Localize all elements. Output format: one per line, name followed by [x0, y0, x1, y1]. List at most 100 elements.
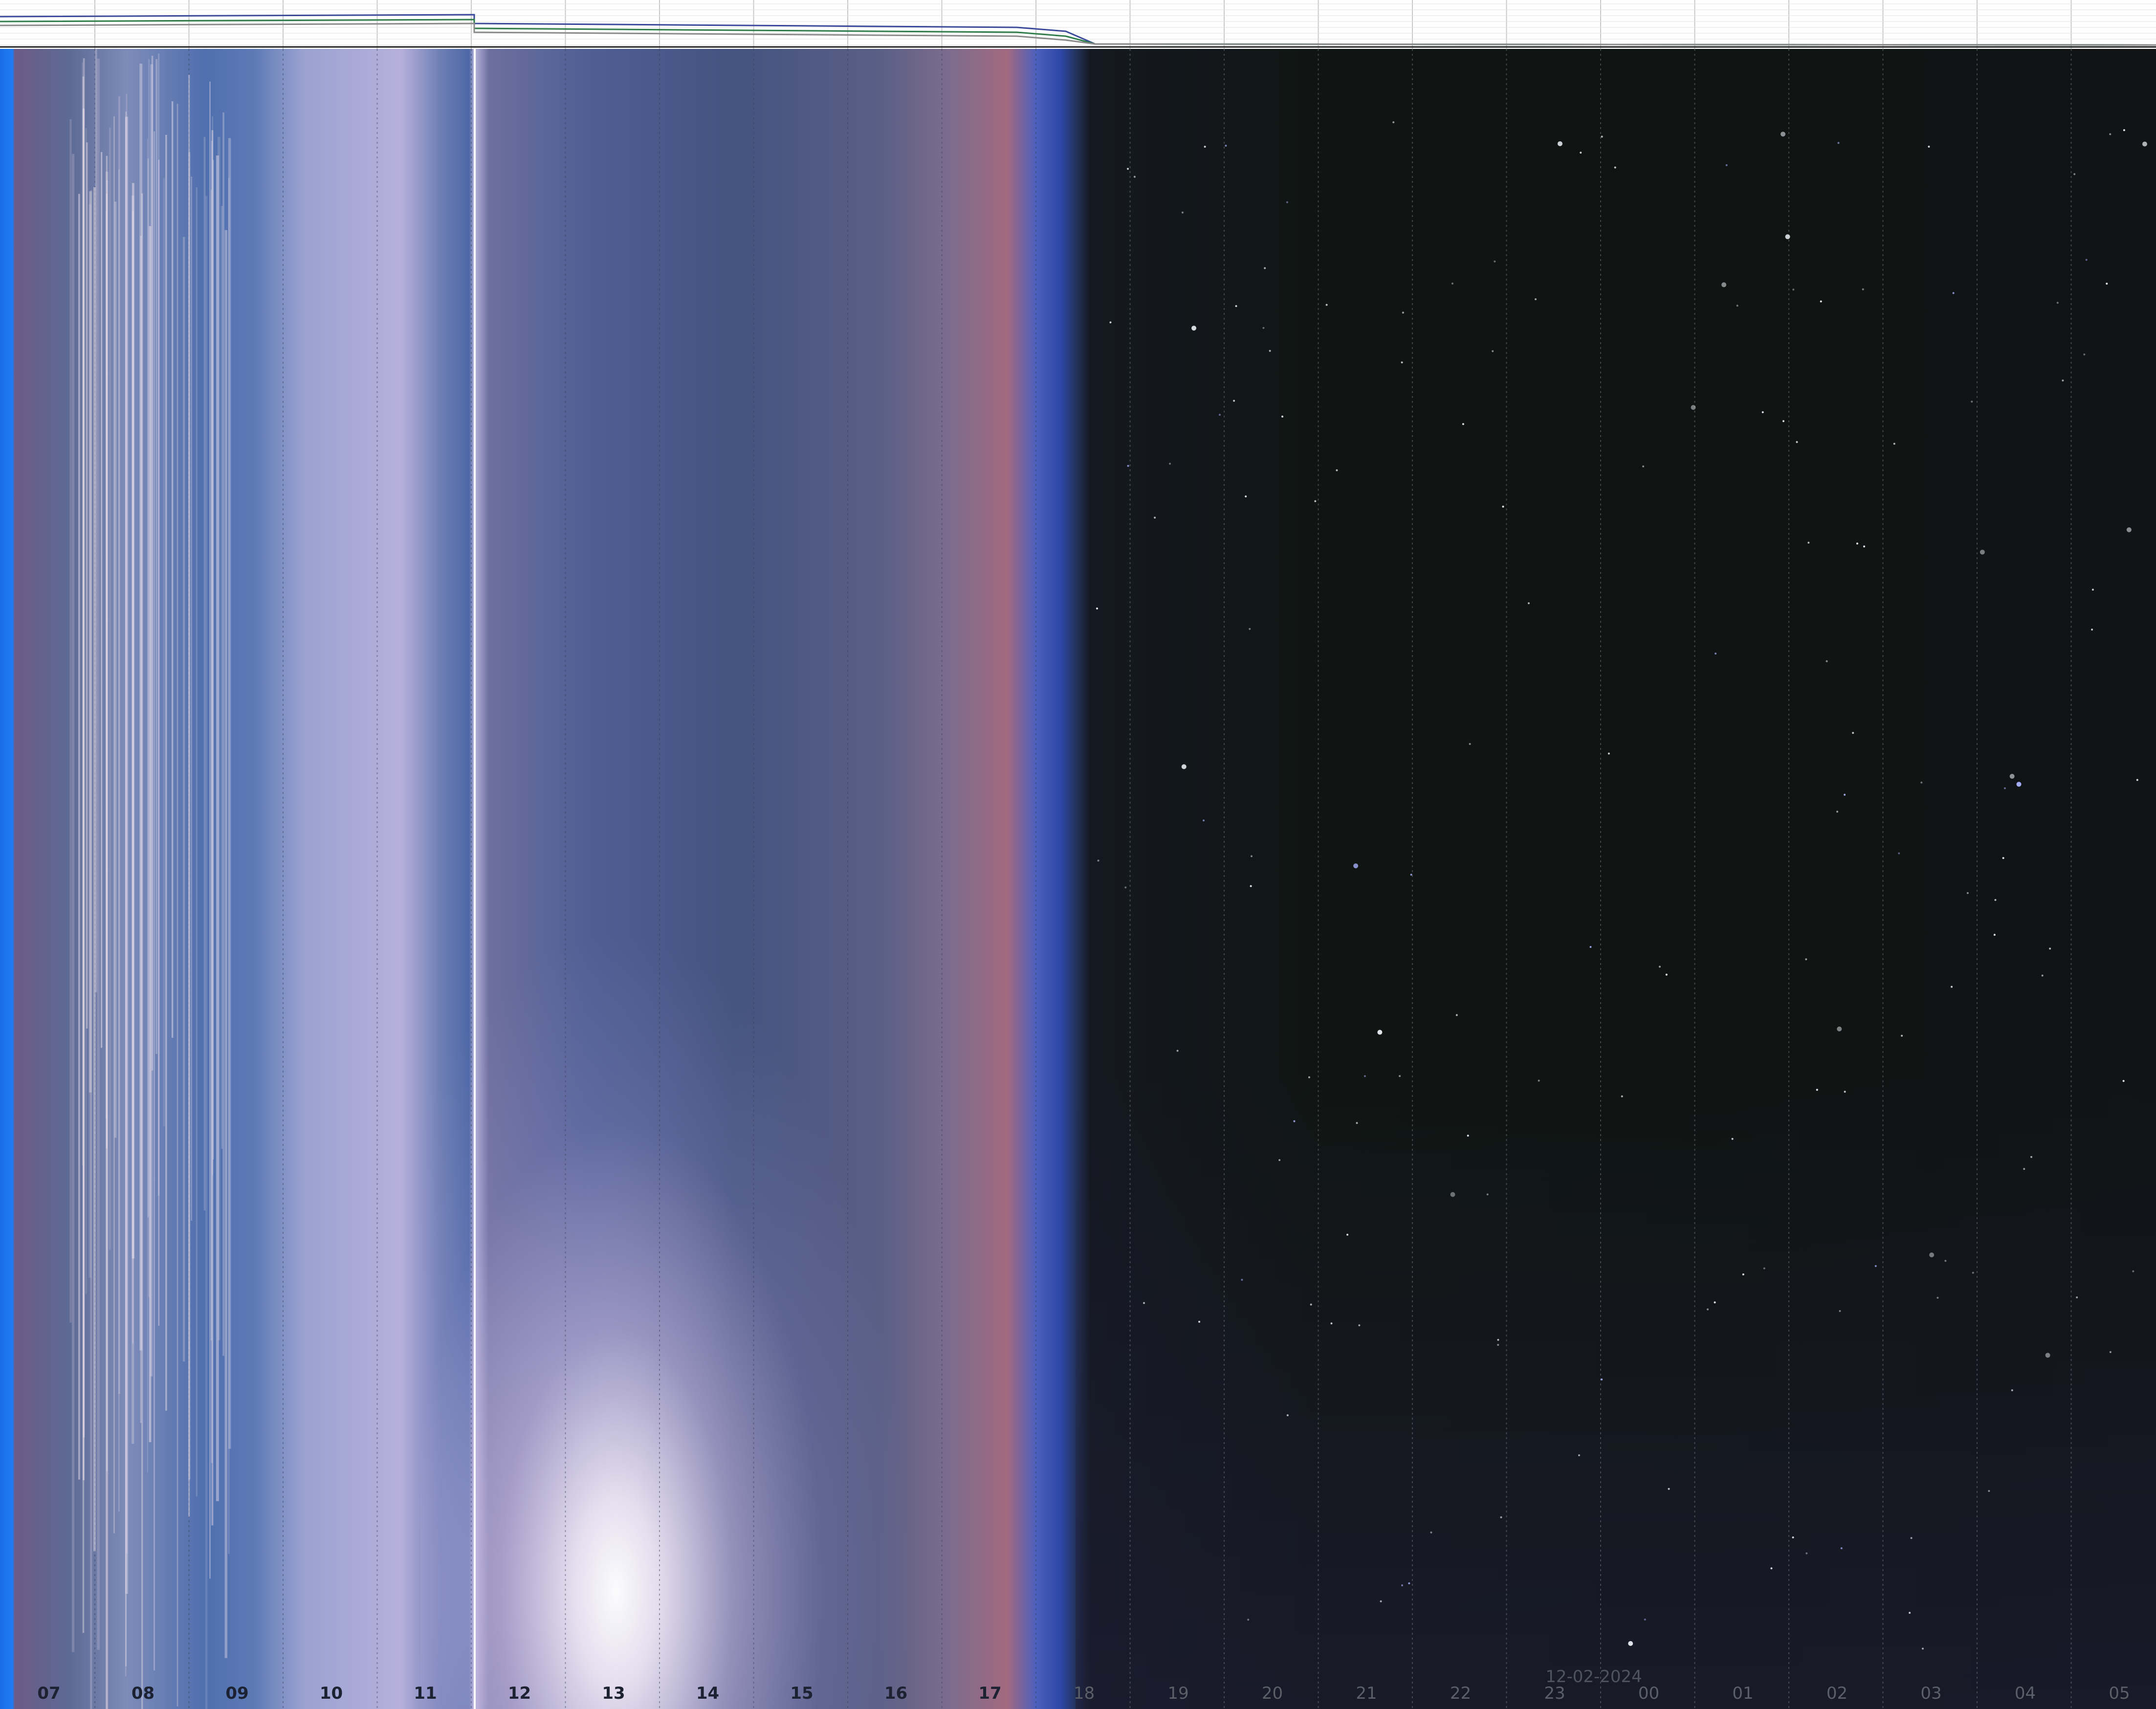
star	[1668, 1488, 1670, 1490]
star	[1714, 1301, 1716, 1304]
star	[1628, 1641, 1633, 1646]
star	[1980, 549, 1985, 555]
star	[1792, 288, 1795, 291]
cloud-streak	[212, 116, 214, 1175]
star	[1909, 1612, 1911, 1614]
star	[1502, 505, 1504, 508]
star	[2091, 589, 2094, 591]
cloud-streak	[171, 101, 174, 1038]
star	[1492, 350, 1494, 352]
cloud-streak	[203, 137, 206, 1211]
star	[1921, 1647, 1924, 1650]
star	[2041, 974, 2044, 977]
star	[1642, 465, 1645, 468]
star	[1097, 859, 1100, 862]
star	[1127, 464, 1129, 467]
star	[1929, 1252, 1935, 1258]
star	[1286, 1414, 1289, 1417]
hour-label: 20	[1261, 1684, 1283, 1703]
cloud-streak	[78, 194, 80, 1480]
star	[1614, 166, 1616, 169]
cloud-streak	[139, 64, 143, 1351]
star	[1971, 400, 1973, 403]
star	[1665, 973, 1668, 976]
hour-label: 19	[1167, 1684, 1189, 1703]
star	[1527, 602, 1530, 605]
star	[1736, 305, 1738, 307]
star	[1380, 1600, 1382, 1602]
hour-label: 23	[1544, 1684, 1565, 1703]
star	[1401, 361, 1403, 364]
star	[1836, 811, 1839, 813]
star	[1844, 1091, 1846, 1093]
star	[1742, 1273, 1744, 1275]
star	[1863, 545, 1866, 548]
hour-label: 14	[696, 1684, 720, 1703]
star	[2091, 628, 2093, 631]
star	[1281, 416, 1284, 418]
star	[1364, 1075, 1366, 1077]
star	[1346, 1233, 1349, 1236]
star	[1781, 131, 1786, 137]
star	[1988, 1490, 1990, 1492]
star	[1807, 542, 1810, 544]
star	[2016, 782, 2022, 787]
star	[1269, 350, 1271, 352]
star	[1245, 495, 1247, 498]
hour-label: 13	[602, 1684, 625, 1703]
hour-label: 11	[414, 1684, 437, 1703]
hour-label: 01	[1732, 1684, 1754, 1703]
star	[1225, 144, 1227, 147]
star	[1538, 1079, 1540, 1082]
cloud-streak	[132, 211, 134, 1344]
star	[2009, 774, 2015, 779]
hour-label: 18	[1073, 1684, 1095, 1703]
star	[1250, 855, 1253, 857]
star	[1500, 1516, 1502, 1518]
cloud-streak	[163, 178, 165, 1126]
star	[1455, 1014, 1458, 1016]
star	[1181, 764, 1187, 769]
star	[1874, 1265, 1877, 1267]
star	[1336, 469, 1338, 471]
star	[1233, 399, 1235, 402]
star	[1462, 423, 1464, 425]
star	[1250, 885, 1252, 887]
hour-label: 05	[2109, 1684, 2130, 1703]
star	[1972, 1271, 1974, 1274]
star	[2002, 857, 2004, 859]
star	[1731, 1138, 1734, 1140]
cloud-streak	[113, 116, 115, 1534]
graph-series-line	[0, 22, 2156, 46]
keogram-image: 12-02-2024 07 08 09 10 11 12 13 14 15 16 17 18 19 20 2…	[0, 49, 2156, 1709]
star	[1430, 1531, 1432, 1534]
hour-label: 15	[790, 1684, 814, 1703]
star	[2062, 379, 2064, 382]
star	[1910, 1537, 1913, 1539]
hour-label: 07	[37, 1684, 61, 1703]
star	[1862, 288, 1864, 290]
star	[1844, 793, 1846, 796]
star	[1467, 1135, 1469, 1137]
cloud-streak	[158, 159, 160, 1326]
star	[1181, 211, 1184, 214]
graph-series-line	[0, 14, 2156, 46]
star	[2132, 1270, 2134, 1272]
star	[1314, 500, 1317, 503]
cloud-streak	[191, 176, 192, 1221]
star	[1820, 300, 1822, 303]
star	[1235, 305, 1237, 307]
hour-label: 12	[507, 1684, 531, 1703]
cloud-streak	[165, 134, 167, 1411]
hour-label: 04	[2014, 1684, 2036, 1703]
star	[1096, 607, 1098, 610]
star	[2109, 1351, 2112, 1353]
star	[1658, 965, 1661, 968]
cloud-streak	[109, 127, 111, 1250]
star	[1770, 1567, 1773, 1570]
star	[1607, 752, 1610, 755]
cloud-streak	[90, 190, 92, 1709]
hour-label: 09	[225, 1684, 249, 1703]
star	[1330, 1322, 1333, 1325]
star	[1241, 1279, 1243, 1281]
